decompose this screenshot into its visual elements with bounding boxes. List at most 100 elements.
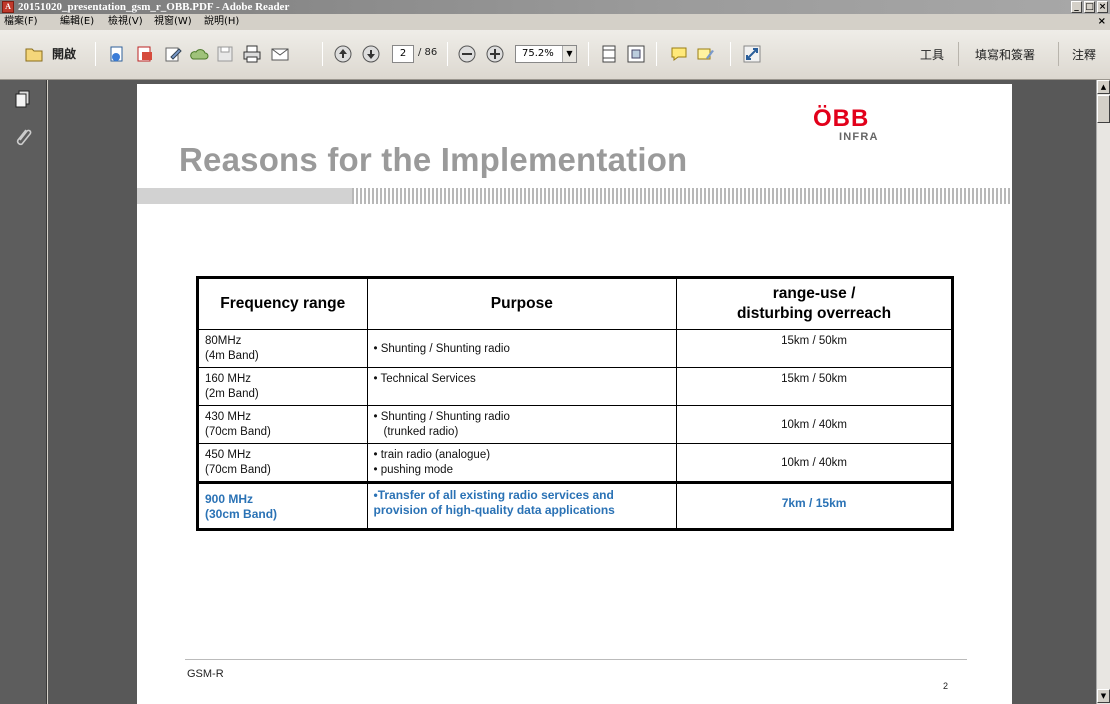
speech-bubble-icon [671,47,687,61]
frequency-table: Frequency range Purpose range-use / dist… [196,276,954,531]
toolbar-separator [730,42,731,66]
save-button[interactable] [214,44,236,64]
fit-page-button[interactable] [598,44,620,64]
footer-label: GSM-R [187,668,224,680]
export-pdf-icon [137,46,152,62]
menu-file[interactable]: 檔案(F) [4,14,38,30]
minus-circle-icon [458,45,476,63]
toolbar-separator [656,42,657,66]
menu-bar: 檔案(F) 編輯(E) 檢視(V) 視窗(W) 說明(H) × [0,14,1110,30]
scroll-down-arrow-icon[interactable]: ▼ [1097,689,1110,703]
page-thumbnails-icon[interactable] [12,88,34,110]
fit-width-icon [627,45,645,63]
document-viewer: ÖBB INFRA Reasons for the Implementation… [48,80,1096,704]
comment-pane-link[interactable]: 注釋 [1072,46,1096,63]
highlight-button[interactable] [694,44,716,64]
zoom-out-button[interactable] [456,44,478,64]
chevron-down-icon[interactable]: ▼ [562,46,576,62]
toolbar-separator [322,42,323,66]
vertical-scrollbar[interactable]: ▲ ▼ [1096,80,1110,704]
frequency-cell: 450 MHz (70cm Band) [197,443,368,483]
previous-page-button[interactable] [332,44,354,64]
navigation-pane [0,80,47,704]
title-bar: A 20151020_presentation_gsm_r_OBB.PDF - … [0,0,1110,14]
table-row: 80MHz (4m Band) • Shunting / Shunting rad… [197,329,953,368]
tools-pane-link[interactable]: 工具 [920,46,944,63]
toolbar-separator [958,42,959,66]
purpose-cell: • Technical Services [366,367,678,406]
envelope-icon [271,48,289,61]
close-window-button[interactable]: × [1097,1,1108,13]
pdf-app-icon: A [2,1,14,13]
range-cell: 10km / 40km [676,405,953,444]
header-frequency-range: Frequency range [197,277,368,330]
open-folder-button[interactable] [22,44,46,64]
full-screen-button[interactable] [740,44,764,64]
header-purpose: Purpose [366,277,678,330]
toolbar-separator [95,42,96,66]
range-cell: 15km / 50km [676,329,953,368]
menu-edit[interactable]: 編輯(E) [60,14,94,30]
upload-cloud-button[interactable] [188,44,210,64]
print-button[interactable] [240,44,264,64]
add-comment-button[interactable] [668,44,690,64]
fit-page-icon [602,45,616,63]
table-row: 450 MHz (70cm Band) • train radio (analog… [197,443,953,483]
range-cell: 7km / 15km [676,481,953,530]
attachments-paperclip-icon[interactable] [12,126,34,148]
table-row-highlighted: 900 MHz (30cm Band) •Transfer of all exis… [197,481,953,530]
page-number-input[interactable]: 2 [392,45,414,63]
frequency-cell: 80MHz (4m Band) [197,329,368,368]
frequency-cell: 160 MHz (2m Band) [197,367,368,406]
next-page-button[interactable] [360,44,382,64]
arrow-up-circle-icon [334,45,352,63]
export-pdf-button[interactable] [134,44,156,64]
scrollbar-thumb[interactable] [1097,95,1110,123]
edit-pdf-button[interactable] [162,44,184,64]
menu-view[interactable]: 檢視(V) [108,14,143,30]
purpose-cell: •Transfer of all existing radio services… [366,481,678,530]
open-label[interactable]: 開啟 [52,45,76,62]
slide-title: Reasons for the Implementation [179,141,688,178]
frequency-cell: 900 MHz (30cm Band) [197,481,368,530]
slide-page-number: 2 [943,681,949,691]
minimize-button[interactable]: _ [1071,1,1082,13]
frequency-cell: 430 MHz (70cm Band) [197,405,368,444]
create-pdf-button[interactable] [106,44,128,64]
table-row: 430 MHz (70cm Band) • Shunting / Shunting… [197,405,953,444]
edit-pencil-icon [165,47,182,62]
purpose-cell: • Shunting / Shunting radio [366,329,678,368]
zoom-value: 75.2% [522,48,554,59]
window-title: 20151020_presentation_gsm_r_OBB.PDF - Ad… [18,1,290,13]
restore-button[interactable]: □ [1084,1,1095,13]
header-range-use: range-use / disturbing overreach [676,277,953,330]
zoom-level-select[interactable]: 75.2% ▼ [515,45,577,63]
zoom-in-button[interactable] [484,44,506,64]
close-document-button[interactable]: × [1098,14,1106,30]
toolbar-separator [1058,42,1059,66]
pdf-page: ÖBB INFRA Reasons for the Implementation… [137,84,1012,704]
expand-arrows-icon [743,45,761,63]
toolbar-separator [447,42,448,66]
menu-window[interactable]: 視窗(W) [154,14,192,30]
email-button[interactable] [268,44,292,64]
adobe-reader-window: A 20151020_presentation_gsm_r_OBB.PDF - … [0,0,1110,704]
plus-circle-icon [486,45,504,63]
cloud-upload-icon [190,49,209,60]
table-header-row: Frequency range Purpose range-use / dist… [197,277,953,330]
printer-icon [243,45,261,63]
menu-help[interactable]: 說明(H) [204,14,239,30]
create-pdf-icon [110,46,123,62]
save-disk-icon [217,46,233,62]
arrow-down-circle-icon [362,45,380,63]
footer-divider [185,659,967,660]
scroll-up-arrow-icon[interactable]: ▲ [1097,80,1110,94]
purpose-cell: • Shunting / Shunting radio (trunked radi… [366,405,678,444]
purpose-cell: • train radio (analogue) • pushing mode [366,443,678,483]
fit-width-button[interactable] [625,44,647,64]
title-underline-pattern [352,188,1012,204]
obb-infra-logo: ÖBB INFRA [813,105,879,144]
fill-sign-pane-link[interactable]: 填寫和簽署 [975,46,1035,63]
range-cell: 10km / 40km [676,443,953,483]
toolbar-separator [588,42,589,66]
